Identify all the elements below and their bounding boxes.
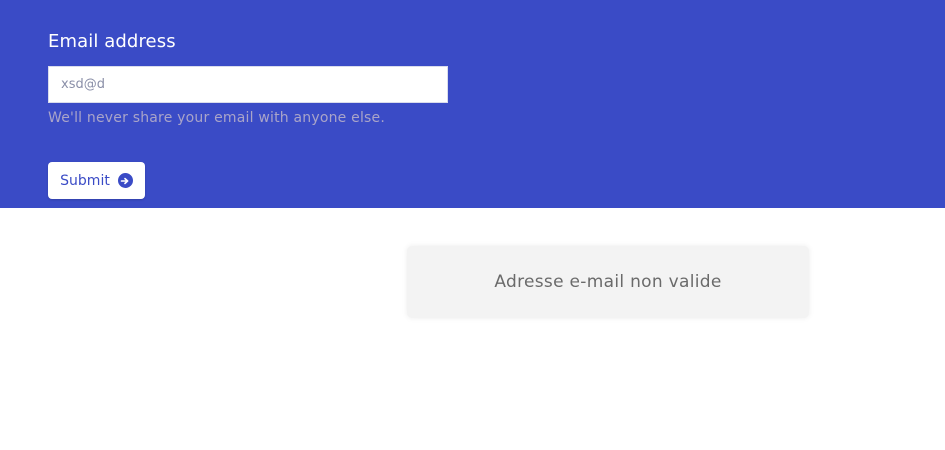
page: Email address We'll never share your ema… [0, 0, 945, 450]
submit-button[interactable]: Submit [48, 162, 145, 199]
email-input[interactable] [48, 66, 448, 103]
arrow-right-circle-icon [117, 173, 133, 188]
form-section: Email address We'll never share your ema… [0, 0, 945, 208]
validation-message: Adresse e-mail non valide [494, 272, 722, 292]
submit-button-label: Submit [60, 172, 110, 189]
validation-alert: Adresse e-mail non valide [407, 246, 809, 318]
email-label: Email address [48, 31, 176, 52]
email-help-text: We'll never share your email with anyone… [48, 110, 386, 126]
